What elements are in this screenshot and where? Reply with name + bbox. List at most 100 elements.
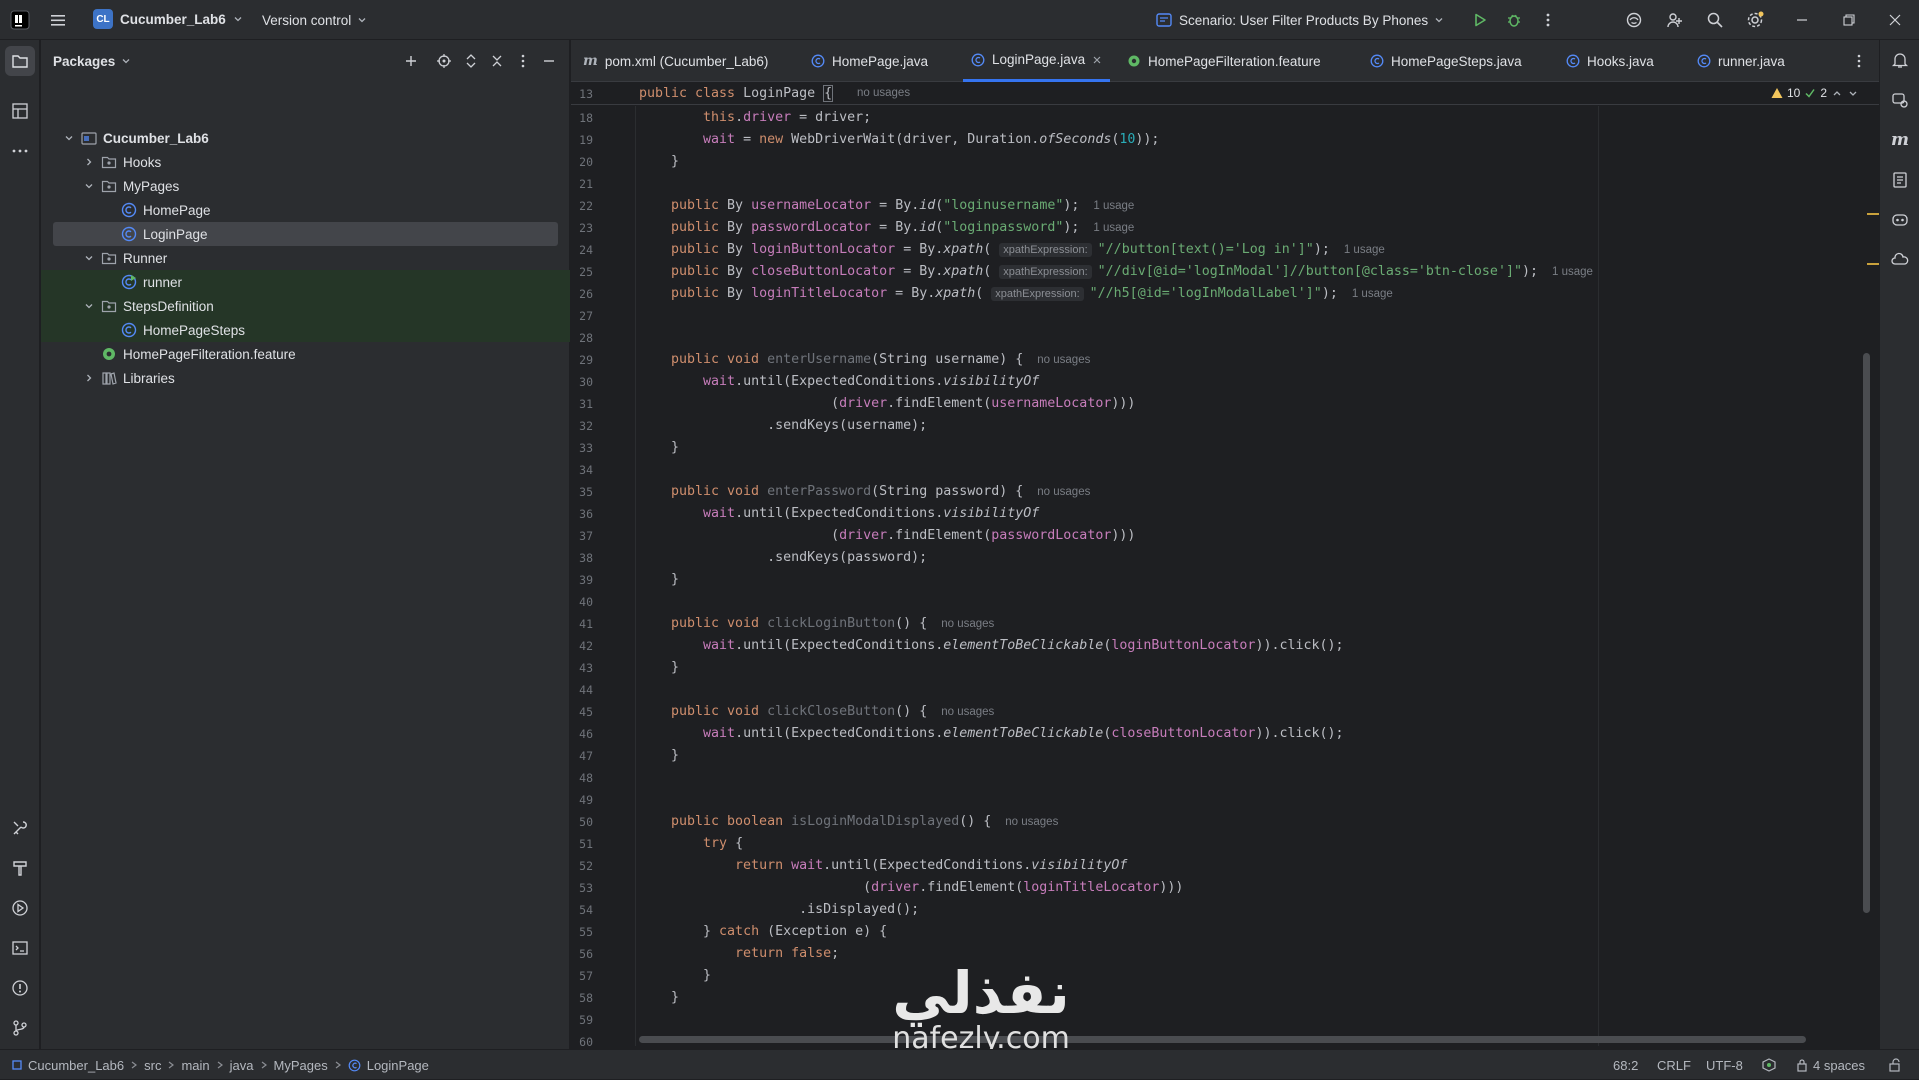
editor-tab[interactable]: HomePage.java — [803, 40, 936, 82]
ai-chat-icon[interactable] — [1890, 90, 1910, 110]
packages-view-selector[interactable]: Packages — [53, 50, 131, 72]
expand-all-icon[interactable] — [461, 51, 481, 71]
project-switcher[interactable]: CL Cucumber_Lab6 — [93, 9, 243, 29]
chevron-down-icon[interactable] — [1847, 87, 1859, 99]
breadcrumb-item[interactable]: LoginPage — [367, 1058, 429, 1073]
tree-item[interactable]: MyPages — [41, 174, 570, 198]
chevron-down-icon[interactable] — [83, 180, 95, 192]
terminal-tool-icon[interactable] — [10, 938, 30, 958]
readonly-toggle-icon[interactable] — [1888, 1050, 1902, 1080]
problems-tool-icon[interactable] — [10, 978, 30, 998]
run-config-label: Scenario: User Filter Products By Phones — [1179, 12, 1429, 28]
horizontal-scrollbar[interactable] — [639, 1036, 1806, 1043]
chevron-down-icon[interactable] — [83, 252, 95, 264]
structure-tool-icon[interactable] — [10, 101, 30, 121]
editor-tab[interactable]: m pom.xml (Cucumber_Lab6) — [575, 40, 776, 82]
code-line: (driver.findElement(passwordLocator))) — [671, 528, 1135, 543]
usage-hint[interactable]: 1 usage — [1093, 222, 1134, 234]
project-tool-icon[interactable] — [5, 46, 35, 76]
inspection-widget[interactable]: 10 2 — [1771, 86, 1859, 100]
search-icon[interactable] — [1705, 10, 1725, 30]
chevron-up-icon[interactable] — [1831, 87, 1843, 99]
more-actions-icon[interactable] — [1538, 10, 1558, 30]
chevron-right-icon[interactable] — [83, 372, 95, 384]
tree-item[interactable]: runner — [41, 270, 570, 294]
version-control-menu[interactable]: Version control — [262, 9, 367, 31]
breadcrumb-item[interactable]: main — [181, 1058, 209, 1073]
ai-assistant-icon[interactable] — [1624, 10, 1644, 30]
services-tool-icon[interactable] — [10, 818, 30, 838]
add-icon[interactable] — [401, 51, 421, 71]
usage-hint[interactable]: 1 usage — [1352, 288, 1393, 300]
main-menu-icon[interactable] — [48, 10, 68, 30]
editor-tab[interactable]: HomePageSteps.java — [1362, 40, 1530, 82]
usage-hint[interactable]: no usages — [1037, 354, 1090, 366]
usage-hint[interactable]: 1 usage — [1093, 200, 1134, 212]
code-line: public void clickLoginButton() {no usage… — [671, 616, 994, 631]
breadcrumb-item[interactable]: MyPages — [274, 1058, 328, 1073]
line-number: 21 — [579, 177, 593, 191]
breadcrumb-item[interactable]: src — [144, 1058, 161, 1073]
run-tool-icon[interactable] — [10, 898, 30, 918]
code-token: wait — [703, 726, 736, 741]
file-encoding[interactable]: UTF-8 — [1706, 1050, 1743, 1080]
usage-hint[interactable]: no usages — [1005, 816, 1058, 828]
git-tool-icon[interactable] — [10, 1018, 30, 1038]
code-token: } — [671, 968, 712, 983]
tabs-options-icon[interactable] — [1849, 51, 1869, 71]
collapse-all-icon[interactable] — [487, 51, 507, 71]
tree-item[interactable]: HomePage — [41, 198, 570, 222]
restore-window-icon[interactable] — [1839, 10, 1859, 30]
warning-stripe[interactable] — [1867, 263, 1879, 265]
usage-hint[interactable]: 1 usage — [1344, 244, 1385, 256]
debug-icon[interactable] — [1504, 10, 1524, 30]
editor-tab[interactable]: Hooks.java — [1558, 40, 1662, 82]
editor-tab[interactable]: LoginPage.java — [963, 40, 1111, 82]
settings-gear-icon[interactable] — [1745, 10, 1765, 30]
chevron-down-icon[interactable] — [63, 132, 75, 144]
cloud-icon[interactable] — [1890, 250, 1910, 270]
chevron-right-icon[interactable] — [83, 156, 95, 168]
warning-stripe[interactable] — [1867, 213, 1879, 215]
locate-icon[interactable] — [434, 51, 454, 71]
usage-hint[interactable]: no usages — [941, 618, 994, 630]
tree-item[interactable]: Runner — [41, 246, 570, 270]
code-with-me-icon[interactable] — [1665, 10, 1685, 30]
app-logo-icon[interactable] — [10, 10, 30, 30]
code-style-icon[interactable] — [1762, 1050, 1776, 1080]
tree-item[interactable]: HomePageSteps — [41, 318, 570, 342]
tree-item[interactable]: Libraries — [41, 366, 570, 390]
vertical-scrollbar[interactable] — [1863, 353, 1870, 913]
tree-item[interactable]: HomePageFilteration.feature — [41, 342, 570, 366]
editor-tab[interactable]: runner.java — [1689, 40, 1793, 82]
tree-item[interactable]: Hooks — [41, 150, 570, 174]
panel-options-icon[interactable] — [513, 51, 533, 71]
build-tool-icon[interactable] — [10, 858, 30, 878]
copilot-icon[interactable] — [1890, 210, 1910, 230]
hide-panel-icon[interactable] — [539, 51, 559, 71]
breadcrumb-separator-icon — [260, 1060, 268, 1070]
caret-position[interactable]: 68:2 — [1613, 1050, 1638, 1080]
usage-hint[interactable]: no usages — [941, 706, 994, 718]
database-icon[interactable] — [1890, 170, 1910, 190]
close-window-icon[interactable] — [1885, 10, 1905, 30]
chevron-down-icon[interactable] — [83, 300, 95, 312]
code-view[interactable]: 13 public class LoginPage { no usages 10… — [571, 83, 1879, 1055]
line-ending[interactable]: CRLF — [1657, 1050, 1691, 1080]
notifications-icon[interactable] — [1890, 50, 1910, 70]
editor-tab[interactable]: HomePageFilteration.feature — [1119, 40, 1329, 82]
usage-hint[interactable]: 1 usage — [1552, 266, 1593, 278]
minimize-window-icon[interactable] — [1792, 10, 1812, 30]
tree-item[interactable]: LoginPage — [53, 222, 558, 246]
more-tools-icon[interactable] — [10, 141, 30, 161]
run-icon[interactable] — [1470, 10, 1490, 30]
breadcrumb-item[interactable]: Cucumber_Lab6 — [28, 1058, 124, 1073]
usage-hint[interactable]: no usages — [1037, 486, 1090, 498]
tree-item[interactable]: Cucumber_Lab6 — [41, 126, 570, 150]
close-tab-icon[interactable] — [1092, 55, 1102, 65]
tree-item[interactable]: StepsDefinition — [41, 294, 570, 318]
breadcrumb-item[interactable]: java — [230, 1058, 254, 1073]
indent-setting[interactable]: 4 spaces — [1796, 1050, 1865, 1080]
maven-icon[interactable]: m — [1890, 130, 1910, 150]
run-configuration-selector[interactable]: Scenario: User Filter Products By Phones — [1155, 9, 1444, 31]
